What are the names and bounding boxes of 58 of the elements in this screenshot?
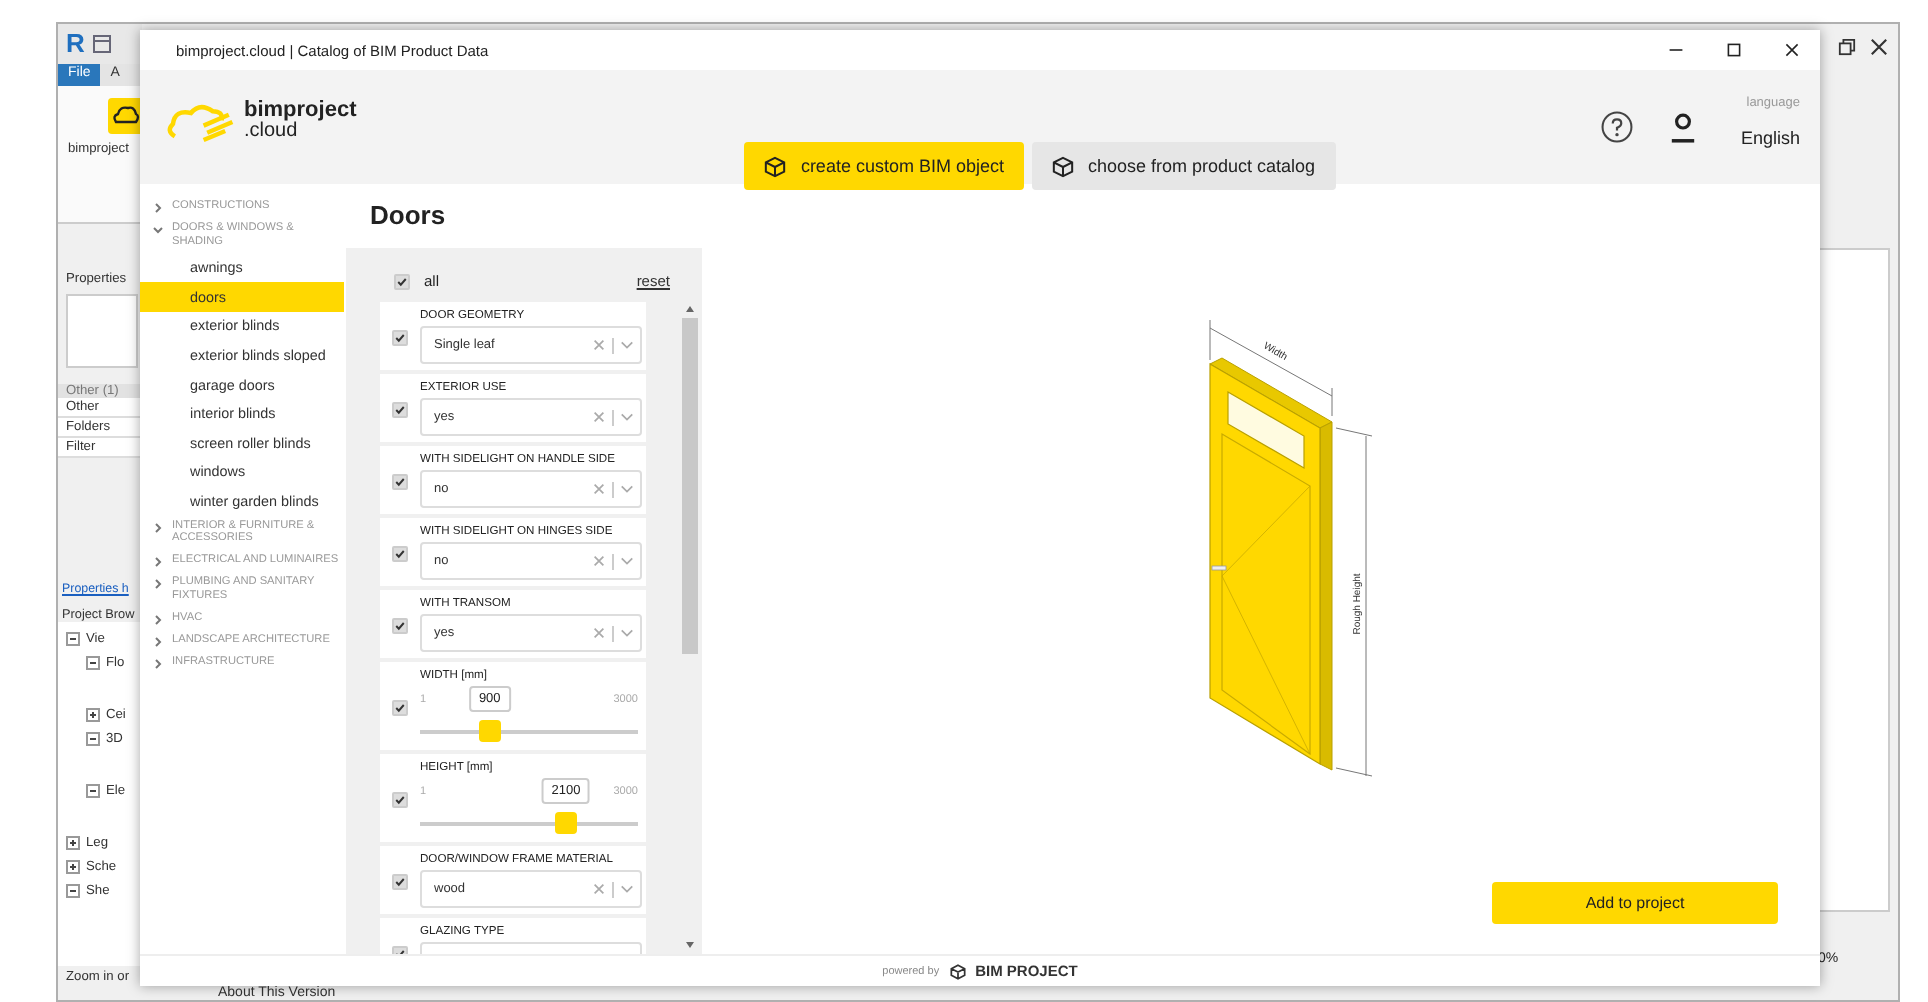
expander-icon[interactable] <box>86 708 100 723</box>
checkbox[interactable] <box>392 545 408 561</box>
user-icon[interactable] <box>1670 111 1697 143</box>
restore-icon[interactable] <box>1838 38 1856 56</box>
help-icon[interactable] <box>1600 110 1635 144</box>
clear-icon[interactable] <box>592 338 606 352</box>
chevron-down-icon[interactable] <box>620 410 634 424</box>
slider-thumb[interactable] <box>555 812 578 834</box>
checkbox[interactable] <box>392 791 408 807</box>
checkbox[interactable] <box>392 473 408 489</box>
chevron-icon[interactable] <box>152 578 164 591</box>
mode-tab[interactable]: create custom BIM object <box>744 142 1024 190</box>
slider-thumb[interactable] <box>478 720 501 742</box>
logo-text: bimproject <box>244 100 357 122</box>
checkbox[interactable] <box>392 617 408 633</box>
clear-icon[interactable] <box>592 626 606 640</box>
expander-icon[interactable] <box>66 632 80 647</box>
expander-icon[interactable] <box>66 836 80 851</box>
maximize-icon[interactable] <box>1726 42 1742 58</box>
clear-icon[interactable] <box>592 882 606 896</box>
page-title: Doors <box>368 198 448 234</box>
chevron-icon[interactable] <box>152 224 164 236</box>
cube-icon <box>764 155 787 177</box>
logo-text: .cloud <box>244 122 298 142</box>
clear-icon[interactable] <box>592 554 606 568</box>
chevron-down-icon[interactable] <box>620 554 634 568</box>
app-logo[interactable]: R <box>66 28 85 59</box>
expander-icon[interactable] <box>66 884 80 899</box>
language-select[interactable]: English <box>1740 127 1800 147</box>
close-icon[interactable] <box>1784 42 1800 58</box>
chevron-down-icon[interactable] <box>620 338 634 352</box>
checkbox[interactable] <box>394 273 410 289</box>
chevron-down-icon[interactable] <box>620 626 634 640</box>
checkbox[interactable] <box>392 699 408 715</box>
chevron-icon[interactable] <box>152 556 164 569</box>
expander-icon[interactable] <box>86 732 100 747</box>
chevron-icon[interactable] <box>152 613 164 626</box>
checkbox[interactable] <box>392 401 408 417</box>
chevron-icon[interactable] <box>152 521 164 534</box>
expander-icon[interactable] <box>86 784 100 799</box>
clear-icon[interactable] <box>592 482 606 496</box>
chevron-down-icon[interactable] <box>620 482 634 496</box>
cube-icon <box>949 963 966 979</box>
cube-icon <box>1051 155 1074 177</box>
close-icon[interactable] <box>1870 38 1888 56</box>
checkbox[interactable] <box>392 873 408 889</box>
chevron-icon[interactable] <box>152 635 164 648</box>
expander-icon[interactable] <box>66 860 80 875</box>
clear-icon[interactable] <box>592 410 606 424</box>
mode-tab[interactable]: choose from product catalog <box>1031 142 1336 190</box>
checkbox[interactable] <box>392 329 408 345</box>
chevron-icon[interactable] <box>152 657 164 670</box>
window-icon[interactable] <box>92 33 113 54</box>
cloud-icon[interactable] <box>108 98 142 135</box>
chevron-icon[interactable] <box>152 202 164 214</box>
add-to-project-button[interactable]: Add to project <box>1492 882 1778 924</box>
expander-icon[interactable] <box>86 656 100 671</box>
chevron-down-icon[interactable] <box>620 882 634 896</box>
